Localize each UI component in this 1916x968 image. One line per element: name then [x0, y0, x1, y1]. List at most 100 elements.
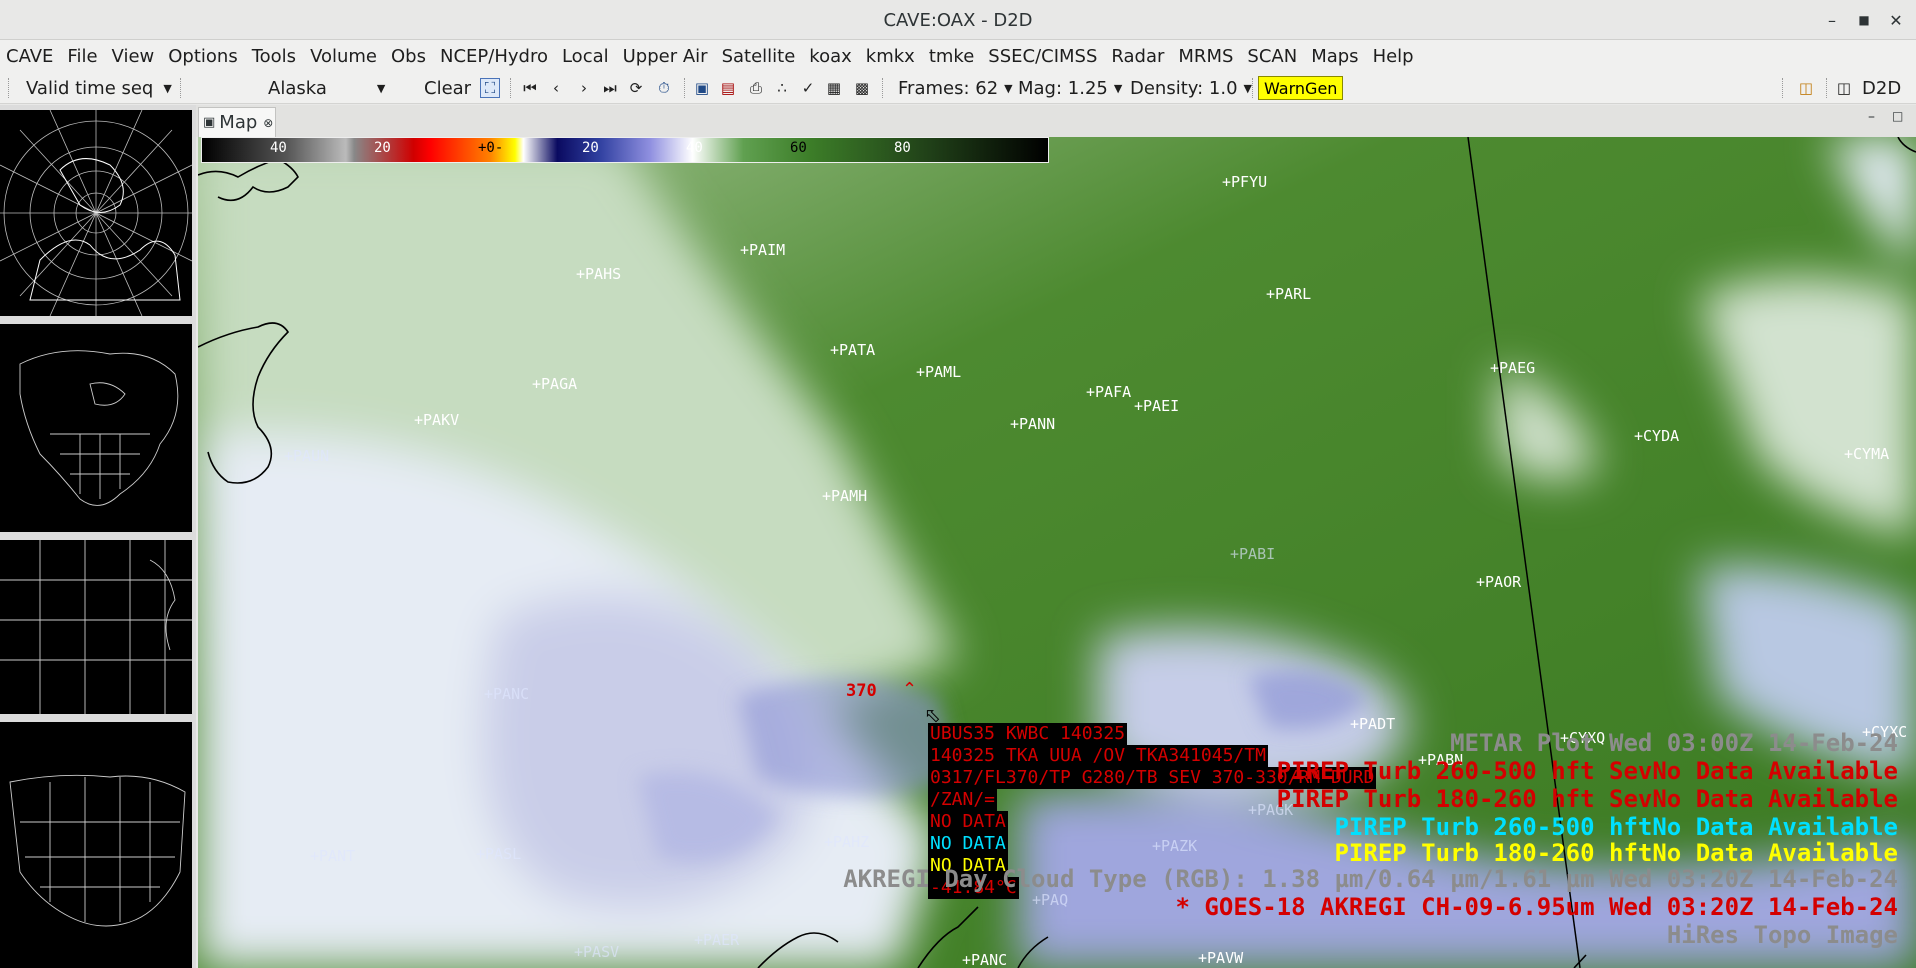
menu-options[interactable]: Options [168, 46, 237, 67]
print-icon[interactable]: ⎙ [746, 78, 766, 98]
tab-map[interactable]: ▣ Map ⊗ [198, 107, 276, 137]
station-label: +PAHZ [824, 833, 870, 851]
menu-file[interactable]: File [67, 46, 97, 67]
load-mode-icon[interactable]: ▣ [692, 78, 712, 98]
station-label: +CYMA [1844, 445, 1890, 463]
toolbar-separator [1252, 78, 1253, 98]
legend-entry[interactable]: PIREP Turb 180-260 hft SevNo Data Availa… [1277, 785, 1898, 813]
minimize-view-icon[interactable]: – [1868, 109, 1875, 125]
menu-view[interactable]: View [112, 46, 155, 67]
d2d-perspective-icon[interactable]: ◫ [1834, 78, 1854, 98]
toolbar-separator [1782, 78, 1783, 98]
sample-value: NO DATA [928, 833, 1008, 855]
thumbnail-conus-map[interactable] [0, 722, 192, 968]
station-label: +PAUN [284, 447, 330, 465]
menu-satellite[interactable]: Satellite [722, 46, 796, 67]
density-dropdown[interactable]: Density: 1.0 ▼ [1130, 76, 1252, 100]
color-bar-tick: 20 [374, 140, 391, 156]
warngen-button[interactable]: WarnGen [1258, 76, 1344, 100]
pirep-text-line: UBUS35 KWBC 140325 [928, 723, 1128, 745]
menu-upper-air[interactable]: Upper Air [623, 46, 708, 67]
legend-entry[interactable]: PIREP Turb 260-500 hft SevNo Data Availa… [1277, 757, 1898, 785]
loop-icon[interactable]: ⟳ [626, 78, 646, 98]
toolbar-separator [180, 78, 181, 98]
open-perspective-icon[interactable]: ◫ [1796, 78, 1816, 98]
map-display[interactable]: 40 20 +0- 20 40 60 80 +PFYU +PAIM +PAHS … [198, 137, 1916, 968]
menu-obs[interactable]: Obs [391, 46, 426, 67]
color-bar-tick: 40 [270, 140, 287, 156]
time-options-icon[interactable]: ⏱ [654, 78, 674, 98]
legend-entry[interactable]: HiRes Topo Image [1667, 921, 1898, 949]
menu-tools[interactable]: Tools [252, 46, 296, 67]
station-label: +PAIM [740, 241, 786, 259]
station-label: +PAVW [1198, 949, 1244, 967]
menu-scan[interactable]: SCAN [1247, 46, 1297, 67]
conus-map-image [9, 774, 186, 927]
toolbar: Valid time seq ▼ Alaska ▼ Clear ⛶ ⏮ ‹ › ⏭ … [0, 72, 1916, 104]
pan-tool-icon[interactable]: ✓ [798, 78, 818, 98]
window-title: CAVE:OAX - D2D [883, 10, 1033, 31]
image-properties-icon[interactable]: ▤ [718, 78, 738, 98]
menu-local[interactable]: Local [562, 46, 609, 67]
thumbnail-states-map[interactable] [0, 540, 192, 714]
close-tab-icon[interactable]: ⊗ [263, 116, 273, 130]
legend-entry[interactable]: AKREGI Day Cloud Type (RGB): 1.38 µm/0.6… [843, 865, 1898, 893]
legend-entry[interactable]: * GOES-18 AKREGI CH-09-6.95um Wed 03:20Z… [1176, 893, 1898, 921]
station-label: +PASV [574, 943, 620, 961]
station-label: +PANC [962, 951, 1008, 968]
full-extent-icon[interactable]: ⛶ [480, 78, 500, 98]
station-label: +PFYU [1222, 173, 1268, 191]
menu-ncep-hydro[interactable]: NCEP/Hydro [440, 46, 548, 67]
menu-tmke[interactable]: tmke [929, 46, 974, 67]
menu-kmkx[interactable]: kmkx [866, 46, 915, 67]
sample-points-icon[interactable]: ∴ [772, 78, 792, 98]
menu-maps[interactable]: Maps [1311, 46, 1358, 67]
menu-help[interactable]: Help [1373, 46, 1414, 67]
color-bar-tick: 40 [686, 140, 703, 156]
thumbnail-north-america-map[interactable] [0, 324, 192, 532]
mag-dropdown[interactable]: Mag: 1.25 ▼ [1018, 76, 1122, 100]
four-panel-icon[interactable]: ▩ [852, 78, 872, 98]
toolbar-separator [8, 78, 9, 98]
legend-entry[interactable]: PIREP Turb 180-260 hftNo Data Available [1334, 839, 1898, 867]
chevron-down-icon: ▼ [163, 81, 172, 95]
thumbnail-polar-map[interactable] [0, 110, 192, 316]
station-label: +PAML [916, 363, 962, 381]
minimize-icon[interactable]: – [1820, 8, 1844, 32]
menu-radar[interactable]: Radar [1111, 46, 1164, 67]
menu-cave[interactable]: CAVE [6, 46, 53, 67]
previous-frame-icon[interactable]: ‹ [546, 78, 566, 98]
station-label: +PAEI [1134, 397, 1180, 415]
map-icon: ▣ [203, 115, 216, 130]
maximize-view-icon[interactable]: □ [1892, 109, 1903, 123]
mag-value: Mag: 1.25 [1018, 77, 1108, 99]
station-label: +PAER [694, 931, 740, 949]
maximize-icon[interactable]: ■ [1852, 8, 1876, 32]
station-label: +CYDA [1634, 427, 1680, 445]
next-frame-icon[interactable]: › [574, 78, 594, 98]
d2d-perspective-label[interactable]: D2D [1862, 76, 1901, 100]
station-label: +PANT [310, 847, 356, 865]
last-frame-icon[interactable]: ⏭ [600, 78, 620, 98]
scale-dropdown[interactable]: Alaska ▼ [268, 76, 385, 100]
first-frame-icon[interactable]: ⏮ [520, 78, 540, 98]
single-pane-icon[interactable]: ▦ [824, 78, 844, 98]
menu-koax[interactable]: koax [809, 46, 851, 67]
menu-ssec-cimss[interactable]: SSEC/CIMSS [988, 46, 1097, 67]
time-mode-value: Valid time seq [26, 77, 154, 99]
clear-button[interactable]: Clear [424, 76, 471, 100]
time-mode-dropdown[interactable]: Valid time seq ▼ [26, 76, 172, 100]
legend-entry[interactable]: METAR Plot Wed 03:00Z 14-Feb-24 [1450, 729, 1898, 757]
close-icon[interactable]: ✕ [1884, 8, 1908, 32]
pirep-flight-level: 370 [846, 681, 877, 701]
chevron-down-icon: ▼ [1243, 81, 1253, 95]
menu-volume[interactable]: Volume [310, 46, 377, 67]
legend-entry[interactable]: PIREP Turb 260-500 hftNo Data Available [1334, 813, 1898, 841]
toolbar-separator [1826, 78, 1827, 98]
color-bar-tick: +0- [478, 140, 504, 156]
frames-dropdown[interactable]: Frames: 62 ▼ [898, 76, 1013, 100]
menu-mrms[interactable]: MRMS [1178, 46, 1233, 67]
color-bar-tick: 60 [790, 140, 807, 156]
station-label: +PAHS [576, 265, 622, 283]
station-label: +PAEG [1490, 359, 1536, 377]
